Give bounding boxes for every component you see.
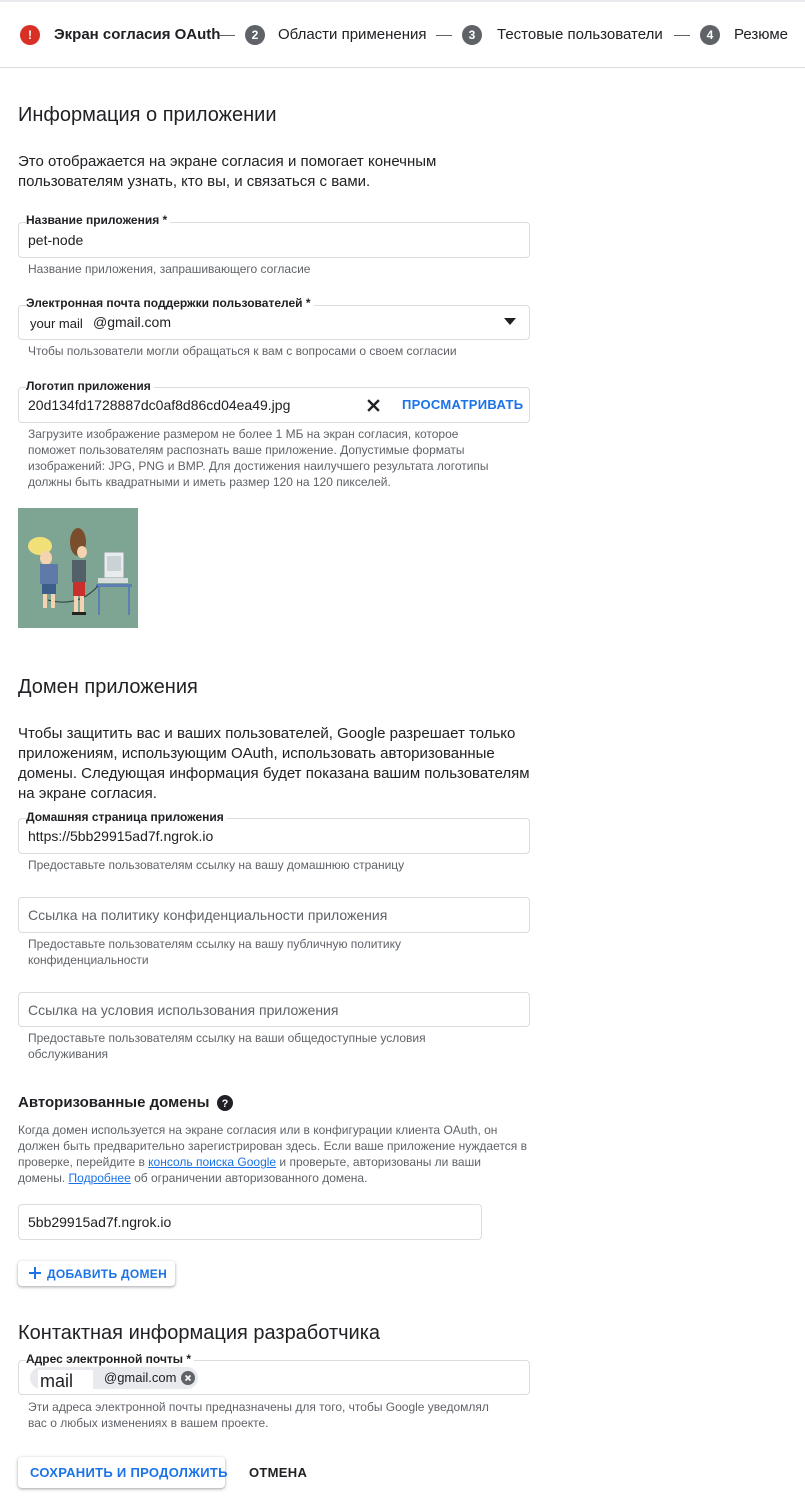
developer-email-label: Адрес электронной почты * — [26, 1352, 195, 1366]
cancel-button[interactable]: ОТМЕНА — [249, 1465, 307, 1480]
terms-hint: Предоставьте пользователям ссылку на ваш… — [28, 1031, 426, 1061]
step-4-number: 4 — [700, 25, 720, 45]
remove-chip-icon[interactable] — [181, 1371, 195, 1385]
add-domain-label: ДОБАВИТЬ ДОМЕН — [47, 1267, 168, 1281]
homepage-value: https://5bb29915ad7f.ngrok.io — [28, 828, 214, 844]
app-name-value: pet-node — [28, 232, 84, 248]
step-separator — [674, 35, 690, 36]
step-3-label[interactable]: Тестовые пользователи — [497, 25, 663, 45]
authorized-domain-value: 5bb29915ad7f.ngrok.io — [28, 1214, 172, 1230]
help-icon[interactable]: ? — [217, 1095, 233, 1111]
step-separator — [436, 35, 452, 36]
authorized-domains-description: Когда домен используется на экране согла… — [18, 1122, 530, 1186]
step-1-label[interactable]: Экран согласия OAuth — [54, 25, 220, 45]
logo-preview-image — [18, 508, 138, 628]
support-email-prefix: your mail — [30, 316, 83, 331]
app-info-description: Это отображается на экране согласия и по… — [18, 153, 437, 190]
error-icon: ! — [20, 25, 40, 45]
app-name-hint: Название приложения, запрашивающего согл… — [28, 262, 311, 276]
app-name-label: Название приложения * — [26, 213, 171, 227]
step-2-label[interactable]: Области применения — [278, 25, 427, 45]
logo-label: Логотип приложения — [26, 379, 154, 393]
dropdown-arrow-icon[interactable] — [504, 318, 516, 326]
save-continue-label: СОХРАНИТЬ И ПРОДОЛЖИТЬ — [30, 1465, 228, 1480]
clear-icon[interactable] — [366, 398, 381, 413]
support-email-hint: Чтобы пользователи могли обращаться к ва… — [28, 344, 457, 358]
step-4-label[interactable]: Резюме — [734, 25, 788, 45]
app-domain-description: Чтобы защитить вас и ваших пользователей… — [18, 725, 530, 802]
desc-part: об ограничении авторизованного домена. — [130, 1171, 368, 1185]
privacy-policy-hint: Предоставьте пользователям ссылку на ваш… — [28, 937, 401, 967]
browse-button[interactable]: ПРОСМАТРИВАТЬ — [402, 397, 523, 412]
section-title-app-domain: Домен приложения — [18, 676, 198, 698]
step-2-number: 2 — [245, 25, 265, 45]
step-separator — [219, 35, 235, 36]
support-email-label: Электронная почта поддержки пользователе… — [26, 296, 314, 310]
plus-icon — [29, 1267, 41, 1279]
logo-filename: 20d134fd1728887dc0af8d86cd04ea49.jpg — [28, 397, 291, 413]
logo-hint: Загрузите изображение размером не более … — [28, 427, 489, 489]
terms-placeholder: Ссылка на условия использования приложен… — [28, 1002, 339, 1018]
learn-more-link[interactable]: Подробнее — [69, 1171, 131, 1185]
support-email-value: @gmail.com — [93, 314, 172, 330]
section-title-app-info: Информация о приложении — [18, 104, 277, 126]
developer-email-hint: Эти адреса электронной почты предназначе… — [28, 1400, 489, 1430]
app-name-field[interactable] — [18, 222, 530, 258]
authorized-domains-title: Авторизованные домены — [18, 1094, 210, 1111]
step-3-number: 3 — [462, 25, 482, 45]
section-title-developer-contact: Контактная информация разработчика — [18, 1322, 381, 1344]
homepage-label: Домашняя страница приложения — [26, 810, 227, 824]
svg-text:?: ? — [222, 1098, 229, 1110]
email-chip-value: @gmail.com — [104, 1370, 177, 1385]
homepage-hint: Предоставьте пользователям ссылку на ваш… — [28, 858, 405, 872]
search-console-link[interactable]: консоль поиска Google — [148, 1155, 276, 1169]
privacy-policy-placeholder: Ссылка на политику конфиденциальности пр… — [28, 907, 388, 923]
email-chip-prefix: mail — [38, 1370, 94, 1392]
